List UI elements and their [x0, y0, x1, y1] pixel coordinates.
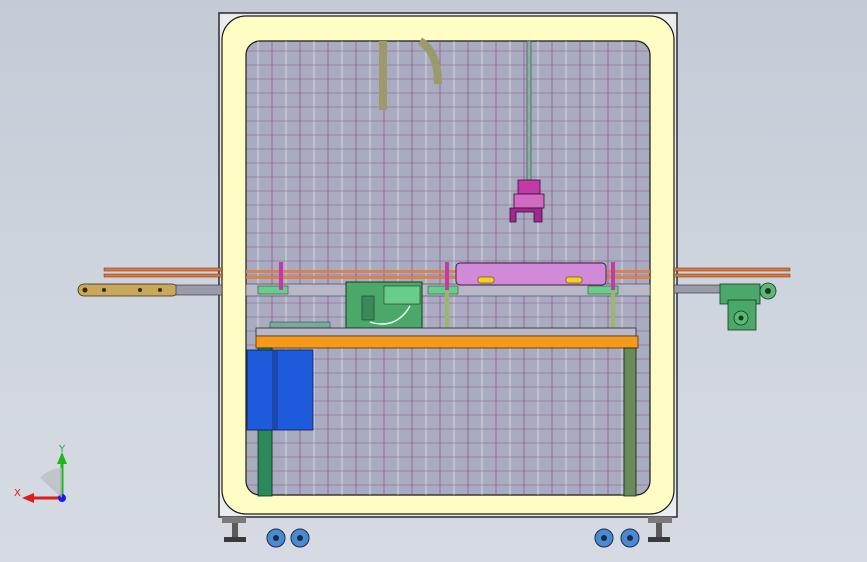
axis-triad: Y X	[14, 444, 67, 503]
graphics-viewport[interactable]: Y X	[0, 0, 867, 562]
table-leg-right	[623, 347, 637, 497]
cad-model-view[interactable]: Y X	[0, 0, 867, 562]
blue-cabinet[interactable]	[246, 349, 314, 431]
left-conveyor-rails[interactable]	[77, 267, 223, 297]
casters[interactable]	[266, 528, 640, 548]
right-conveyor-rails[interactable]	[673, 267, 791, 331]
pink-tray[interactable]	[455, 262, 607, 286]
triad-y-label: Y	[58, 444, 66, 455]
triad-x-label: X	[14, 488, 21, 499]
